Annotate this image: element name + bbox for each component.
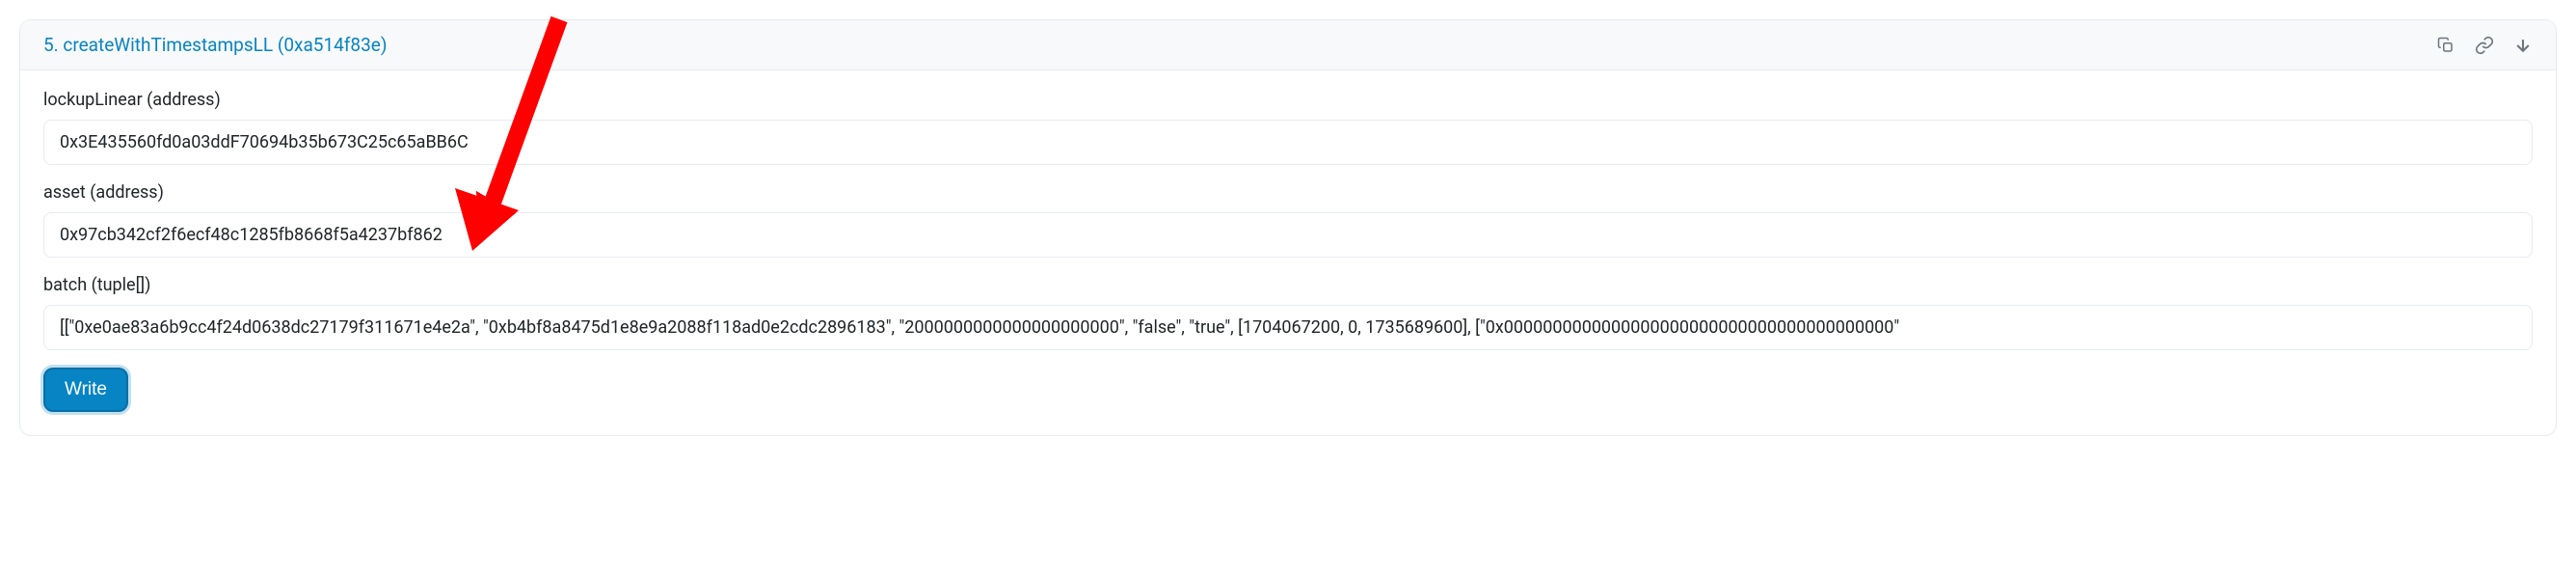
asset-input[interactable] (43, 212, 2533, 258)
asset-label: asset (address) (43, 182, 2533, 203)
chevron-down-icon[interactable] (2513, 36, 2533, 55)
panel-header[interactable]: 5. createWithTimestampsLL (0xa514f83e) (20, 20, 2556, 70)
copy-icon[interactable] (2436, 36, 2455, 55)
function-panel: 5. createWithTimestampsLL (0xa514f83e) (19, 19, 2557, 436)
lockup-linear-input[interactable] (43, 120, 2533, 165)
panel-body: lockupLinear (address) asset (address) b… (20, 70, 2556, 435)
write-button[interactable]: Write (43, 368, 128, 412)
lockup-linear-label: lockupLinear (address) (43, 90, 2533, 110)
field-lockup-linear: lockupLinear (address) (43, 90, 2533, 165)
field-asset: asset (address) (43, 182, 2533, 258)
field-batch: batch (tuple[]) (43, 275, 2533, 350)
panel-title: 5. createWithTimestampsLL (0xa514f83e) (43, 34, 387, 56)
batch-input[interactable] (43, 305, 2533, 350)
header-icons (2436, 36, 2533, 55)
link-icon[interactable] (2475, 36, 2494, 55)
batch-label: batch (tuple[]) (43, 275, 2533, 295)
